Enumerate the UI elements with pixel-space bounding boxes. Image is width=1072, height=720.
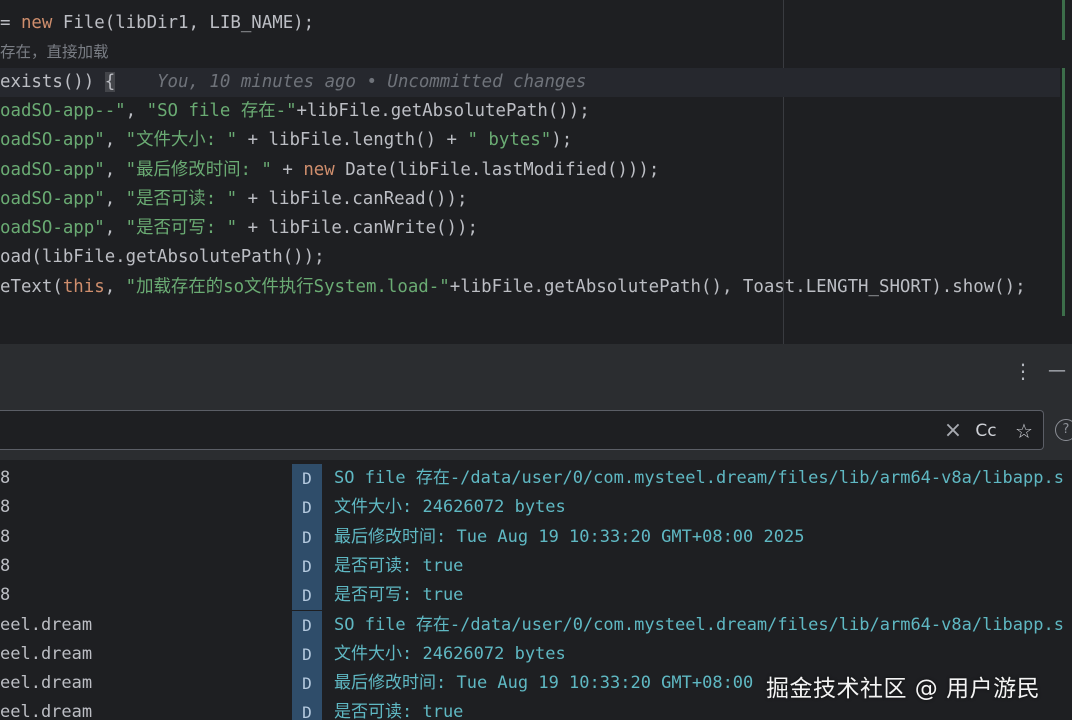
code-token: , bbox=[104, 218, 126, 239]
code-line[interactable]: 存在，直接加载 bbox=[0, 38, 109, 67]
logcat-filter-input[interactable]: × Cc ☆ bbox=[0, 410, 1044, 450]
code-token: oadSO-app--" bbox=[0, 100, 126, 121]
log-row[interactable]: eel.dream D SO file 存在-/data/user/0/com.my… bbox=[0, 610, 1072, 640]
log-row[interactable]: 8 D 是否可写: true bbox=[0, 581, 1072, 611]
code-token: new bbox=[303, 159, 335, 180]
log-row[interactable]: 8 D 文件大小: 24626072 bytes bbox=[0, 493, 1072, 523]
code-line[interactable]: exists()) { You, 10 minutes ago • Uncomm… bbox=[0, 67, 1060, 97]
code-token: + libFile.canRead()); bbox=[237, 188, 468, 209]
code-token: oadSO-app" bbox=[0, 188, 105, 209]
code-token: , bbox=[104, 276, 126, 297]
log-message: 是否可读: true bbox=[334, 702, 464, 720]
log-process-name: 8 bbox=[0, 526, 11, 547]
code-token: exists()) bbox=[0, 71, 105, 92]
log-row[interactable]: 8 D SO file 存在-/data/user/0/com.mysteel.dr… bbox=[0, 464, 1072, 494]
code-token: eText( bbox=[0, 276, 63, 297]
code-token: , bbox=[104, 159, 126, 180]
vcs-change-marker bbox=[1062, 0, 1065, 40]
log-row[interactable]: eel.dream D 文件大小: 24626072 bytes bbox=[0, 639, 1072, 670]
vcs-change-marker bbox=[1062, 68, 1065, 316]
code-editor[interactable]: = new File(libDir1, LIB_NAME); 存在，直接加载 exi… bbox=[0, 0, 1072, 344]
more-options-icon[interactable]: ⋮ bbox=[1010, 358, 1036, 384]
help-icon[interactable]: ? bbox=[1055, 419, 1072, 441]
log-level-badge: D bbox=[292, 698, 322, 720]
minimize-icon[interactable]: — bbox=[1044, 358, 1070, 384]
code-token: oad(libFile.getAbsolutePath()); bbox=[0, 247, 325, 268]
code-token: oadSO-app" bbox=[0, 159, 105, 180]
code-token: , bbox=[125, 100, 147, 121]
code-token: ); bbox=[551, 130, 573, 151]
log-process-name: 8 bbox=[0, 555, 11, 576]
log-row[interactable]: 8 D 是否可读: true bbox=[0, 551, 1072, 582]
code-token: " bytes" bbox=[467, 130, 552, 151]
code-line[interactable]: eText(this, "加载存在的so文件执行System.load-"+li… bbox=[0, 273, 1026, 302]
log-message: 文件大小: 24626072 bytes bbox=[334, 497, 566, 518]
code-token: oadSO-app" bbox=[0, 130, 105, 151]
code-token: File(libDir1, LIB_NAME); bbox=[52, 13, 315, 33]
code-line[interactable]: oadSO-app", "最后修改时间: " + new Date(libFil… bbox=[0, 156, 659, 185]
log-message: 文件大小: 24626072 bytes bbox=[334, 643, 566, 664]
code-line[interactable]: oadSO-app", "是否可读: " + libFile.canRead()… bbox=[0, 185, 467, 214]
log-level-badge: D bbox=[292, 493, 322, 523]
log-level-badge: D bbox=[292, 522, 322, 552]
code-token: +libFile.getAbsolutePath(), Toast.LENGTH… bbox=[449, 276, 1026, 297]
code-line[interactable]: oadSO-app--", "SO file 存在-"+libFile.getA… bbox=[0, 97, 590, 126]
code-token: this bbox=[62, 276, 105, 297]
log-message: 最后修改时间: Tue Aug 19 10:33:20 GMT+08:00 bbox=[334, 673, 754, 694]
code-line[interactable]: = new File(libDir1, LIB_NAME); bbox=[0, 9, 314, 38]
code-line[interactable]: oadSO-app", "文件大小: " + libFile.length() … bbox=[0, 126, 572, 155]
log-process-name: 8 bbox=[0, 497, 11, 518]
code-token: "加载存在的so文件执行System.load-" bbox=[125, 276, 450, 297]
favorite-filter-icon[interactable]: ☆ bbox=[1010, 417, 1038, 445]
clear-filter-icon[interactable]: × bbox=[940, 417, 966, 445]
log-process-name: 8 bbox=[0, 468, 11, 488]
code-token: { bbox=[104, 71, 116, 92]
code-token: 存在，直接加载 bbox=[0, 43, 109, 62]
code-token: = bbox=[0, 13, 21, 33]
log-message: 是否可读: true bbox=[334, 555, 464, 576]
logcat-panel: ⋮ — × Cc ☆ ? 8 D SO file 存在-/data/user/0/c… bbox=[0, 344, 1072, 720]
code-token: + bbox=[271, 159, 304, 180]
log-message: 最后修改时间: Tue Aug 19 10:33:20 GMT+08:00 20… bbox=[334, 526, 805, 547]
log-message: SO file 存在-/data/user/0/com.mysteel.drea… bbox=[334, 468, 1064, 488]
log-message: SO file 存在-/data/user/0/com.mysteel.drea… bbox=[334, 614, 1064, 635]
code-token: new bbox=[20, 13, 53, 33]
watermark: 掘金技术社区 @ 用户游民 bbox=[766, 676, 1041, 702]
code-line[interactable]: oad(libFile.getAbsolutePath()); bbox=[0, 243, 325, 272]
log-process-name: eel.dream bbox=[0, 673, 93, 694]
code-token: + libFile.length() + bbox=[237, 130, 468, 151]
log-process-name: eel.dream bbox=[0, 702, 93, 720]
log-level-badge: D bbox=[292, 639, 322, 670]
code-token: oadSO-app" bbox=[0, 218, 105, 239]
log-process-name: 8 bbox=[0, 585, 11, 606]
panel-header: ⋮ — bbox=[0, 344, 1072, 400]
log-process-name: eel.dream bbox=[0, 614, 93, 635]
log-level-badge: D bbox=[292, 551, 322, 582]
code-token: "是否可写: " bbox=[125, 218, 238, 239]
code-token: , bbox=[104, 188, 126, 209]
log-message: 是否可写: true bbox=[334, 585, 464, 606]
match-case-button[interactable]: Cc bbox=[970, 417, 1002, 445]
code-token: "最后修改时间: " bbox=[125, 159, 272, 180]
code-token: "文件大小: " bbox=[125, 130, 238, 151]
log-level-badge: D bbox=[292, 464, 322, 494]
log-level-badge: D bbox=[292, 581, 322, 611]
code-token: +libFile.getAbsolutePath()); bbox=[296, 100, 590, 121]
code-token: , bbox=[104, 130, 126, 151]
git-blame-hint: You, 10 minutes ago • Uncommitted change… bbox=[115, 71, 587, 92]
code-token: + libFile.canWrite()); bbox=[237, 218, 478, 239]
code-token: "SO file 存在-" bbox=[146, 100, 297, 121]
log-process-name: eel.dream bbox=[0, 643, 93, 664]
log-level-badge: D bbox=[292, 669, 322, 699]
code-token: Date(libFile.lastModified())); bbox=[334, 159, 660, 180]
log-level-badge: D bbox=[292, 610, 322, 640]
code-token: "是否可读: " bbox=[125, 188, 238, 209]
log-row[interactable]: 8 D 最后修改时间: Tue Aug 19 10:33:20 GMT+08:00 … bbox=[0, 522, 1072, 552]
code-line[interactable]: oadSO-app", "是否可写: " + libFile.canWrite(… bbox=[0, 214, 478, 243]
